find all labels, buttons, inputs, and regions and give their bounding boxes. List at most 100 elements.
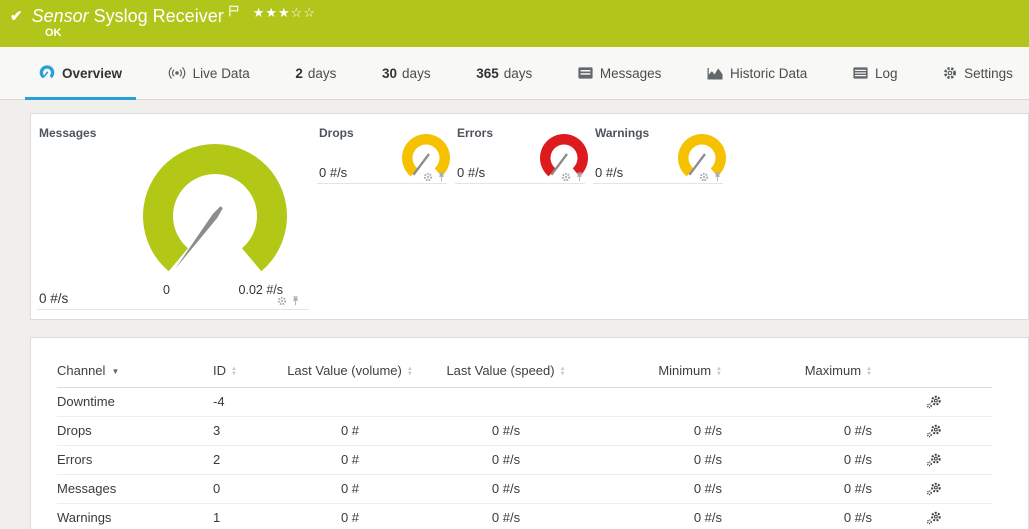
tab-overview[interactable]: Overview <box>25 47 136 99</box>
tab-label: Messages <box>600 66 662 81</box>
maximum-value: 0 #/s <box>722 446 872 475</box>
gear-icon[interactable] <box>699 172 709 182</box>
gauge-cell-warnings: Warnings 0 #/s <box>593 125 723 184</box>
gauge-cell-messages: Messages 0 0.02 #/s 0 #/s <box>37 125 309 310</box>
tab-label: Historic Data <box>730 66 807 81</box>
sort-icon: ▲▼ <box>866 367 872 376</box>
last-value-speed: 0 #/s <box>430 504 582 529</box>
channel-settings-icon[interactable] <box>926 482 942 496</box>
channel-name: Drops <box>57 417 207 446</box>
table-header-row: Channel▼ ID▲▼ Last Value (volume)▲▼ Last… <box>57 363 992 388</box>
column-header-id[interactable]: ID▲▼ <box>207 363 270 388</box>
column-header-minimum[interactable]: Minimum▲▼ <box>582 363 722 388</box>
status-check-icon: ✔ <box>10 7 23 25</box>
messages-icon <box>578 67 593 79</box>
last-value-speed <box>430 388 582 417</box>
maximum-value: 0 #/s <box>722 504 872 529</box>
minimum-value: 0 #/s <box>582 446 722 475</box>
tab-label: days <box>504 66 533 81</box>
tab-2-days[interactable]: 2 days <box>281 47 350 99</box>
last-value-volume <box>270 388 430 417</box>
gauge-needle <box>175 206 223 268</box>
pin-icon[interactable] <box>437 172 446 182</box>
tab-log[interactable]: Log <box>839 47 912 99</box>
tab-label: Live Data <box>193 66 250 81</box>
channel-id: 2 <box>207 446 270 475</box>
last-value-speed: 0 #/s <box>430 446 582 475</box>
column-header-last-value-volume[interactable]: Last Value (volume)▲▼ <box>270 363 430 388</box>
gauge-label: Errors <box>457 126 493 140</box>
channel-id: 3 <box>207 417 270 446</box>
sort-icon: ▲▼ <box>716 367 722 376</box>
table-row-warnings[interactable]: Warnings 1 0 # 0 #/s 0 #/s 0 #/s <box>57 504 992 529</box>
channel-settings-icon[interactable] <box>926 395 942 409</box>
column-header-actions <box>872 363 992 388</box>
tab-label: Log <box>875 66 898 81</box>
channel-settings-icon[interactable] <box>926 453 942 467</box>
sort-desc-icon: ▼ <box>111 367 119 376</box>
tab-label: days <box>308 66 337 81</box>
log-icon <box>853 67 868 79</box>
channel-name: Downtime <box>57 388 207 417</box>
priority-flag-icon[interactable] <box>229 4 239 22</box>
gear-icon[interactable] <box>561 172 571 182</box>
tab-bar: Overview Live Data 2 days 30 days 365 da… <box>0 47 1029 100</box>
table-row-errors[interactable]: Errors 2 0 # 0 #/s 0 #/s 0 #/s <box>57 446 992 475</box>
gauge-scale-min: 0 <box>163 283 170 297</box>
column-header-channel[interactable]: Channel▼ <box>57 363 207 388</box>
tab-label: Overview <box>62 66 122 81</box>
maximum-value: 0 #/s <box>722 417 872 446</box>
tab-label: days <box>402 66 431 81</box>
tab-historic-data[interactable]: Historic Data <box>693 47 821 99</box>
last-value-speed: 0 #/s <box>430 475 582 504</box>
channel-settings-icon[interactable] <box>926 424 942 438</box>
gauge-value: 0 #/s <box>595 165 623 180</box>
status-badge: OK <box>45 27 62 39</box>
channels-table: Channel▼ ID▲▼ Last Value (volume)▲▼ Last… <box>57 363 992 529</box>
sort-icon: ▲▼ <box>560 367 566 376</box>
last-value-volume: 0 # <box>270 446 430 475</box>
channel-id: 0 <box>207 475 270 504</box>
gauge-label: Warnings <box>595 126 649 140</box>
maximum-value <box>722 388 872 417</box>
tab-live-data[interactable]: Live Data <box>154 47 264 99</box>
pin-icon[interactable] <box>575 172 584 182</box>
gauge-controls <box>423 172 446 182</box>
pin-icon[interactable] <box>713 172 722 182</box>
gauge-value: 0 #/s <box>457 165 485 180</box>
priority-stars[interactable]: ★★★☆☆ <box>253 5 316 21</box>
channel-id: 1 <box>207 504 270 529</box>
channels-panel: Channel▼ ID▲▼ Last Value (volume)▲▼ Last… <box>30 337 1029 529</box>
messages-gauge <box>140 143 290 293</box>
stars-filled[interactable]: ★★★ <box>253 5 291 20</box>
tab-365-days[interactable]: 365 days <box>462 47 546 99</box>
table-row-messages[interactable]: Messages 0 0 # 0 #/s 0 #/s 0 #/s <box>57 475 992 504</box>
live-data-icon <box>168 66 186 80</box>
stars-empty[interactable]: ☆☆ <box>291 5 316 20</box>
tab-messages[interactable]: Messages <box>564 47 676 99</box>
sort-icon: ▲▼ <box>407 367 413 376</box>
gauge-value: 0 #/s <box>319 165 347 180</box>
minimum-value <box>582 388 722 417</box>
pin-icon[interactable] <box>291 296 300 306</box>
gauge-controls <box>561 172 584 182</box>
last-value-speed: 0 #/s <box>430 417 582 446</box>
page-title: Sensor Syslog Receiver <box>32 4 224 28</box>
channel-settings-icon[interactable] <box>926 511 942 525</box>
channel-id: -4 <box>207 388 270 417</box>
last-value-volume: 0 # <box>270 475 430 504</box>
last-value-volume: 0 # <box>270 504 430 529</box>
tab-30-days[interactable]: 30 days <box>368 47 445 99</box>
column-header-maximum[interactable]: Maximum▲▼ <box>722 363 872 388</box>
tab-number: 365 <box>476 66 499 81</box>
table-row-downtime[interactable]: Downtime -4 <box>57 388 992 417</box>
column-header-last-value-speed[interactable]: Last Value (speed)▲▼ <box>430 363 582 388</box>
tab-settings[interactable]: Settings <box>929 47 1027 99</box>
minimum-value: 0 #/s <box>582 417 722 446</box>
gauge-controls <box>277 296 300 306</box>
gear-icon[interactable] <box>277 296 287 306</box>
table-row-drops[interactable]: Drops 3 0 # 0 #/s 0 #/s 0 #/s <box>57 417 992 446</box>
gear-icon[interactable] <box>423 172 433 182</box>
maximum-value: 0 #/s <box>722 475 872 504</box>
gauge-scale-max: 0.02 #/s <box>239 283 283 297</box>
